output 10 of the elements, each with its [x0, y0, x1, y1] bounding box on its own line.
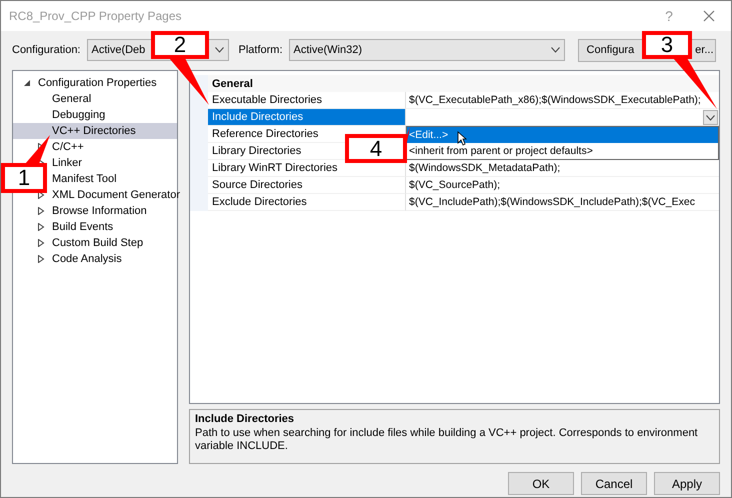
callout-number: 1 — [1, 163, 47, 193]
description-title: Include Directories — [195, 413, 296, 425]
category-header: General — [208, 75, 719, 92]
callout-number: 3 — [642, 31, 692, 59]
window-title: RC8_Prov_CPP Property Pages — [9, 9, 183, 23]
callout-number: 2 — [151, 31, 209, 59]
configuration-label: Configuration: — [12, 44, 80, 56]
description-text: Path to use when searching for include files while building a VC++ project. Corresponds to environment variable INCLUDE. — [195, 427, 699, 453]
callout-number: 4 — [345, 134, 407, 163]
platform-label: Platform: — [238, 44, 283, 56]
